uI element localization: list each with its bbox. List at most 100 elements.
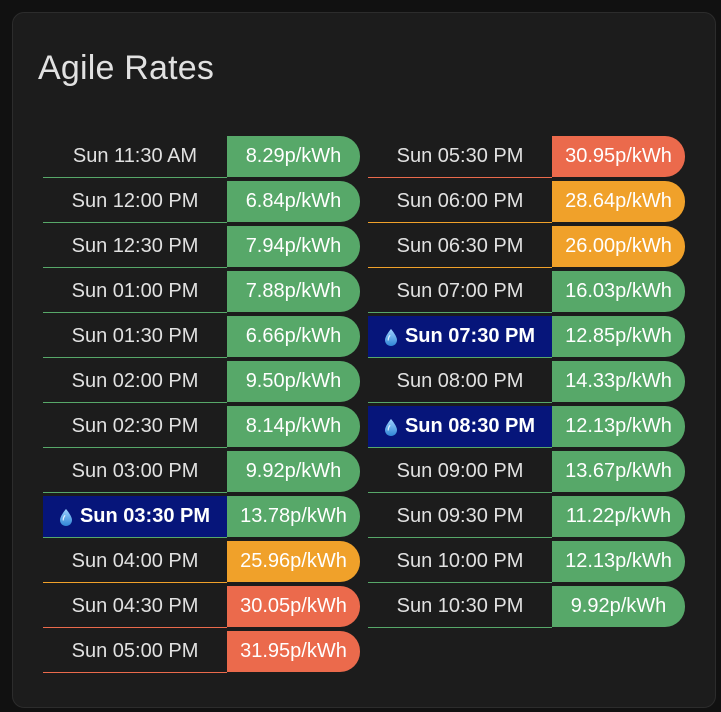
rate-row: Sun 01:30 PM 6.66p/kWh (43, 316, 360, 361)
rate-row: Sun 04:00 PM 25.96p/kWh (43, 541, 360, 586)
card-title: Agile Rates (38, 49, 215, 87)
time-cell: Sun 09:00 PM (368, 451, 552, 492)
time-label: Sun 06:00 PM (396, 190, 524, 212)
row-divider (43, 357, 227, 358)
time-cell: Sun 09:30 PM (368, 496, 552, 537)
price-badge: 8.14p/kWh (227, 406, 360, 447)
time-label: Sun 05:30 PM (396, 145, 524, 167)
time-label: Sun 09:30 PM (396, 505, 524, 527)
row-divider (43, 537, 227, 538)
time-label: Sun 05:00 PM (71, 640, 199, 662)
time-label: Sun 09:00 PM (396, 460, 524, 482)
time-label: Sun 11:30 AM (72, 145, 198, 167)
row-divider (43, 402, 227, 403)
rate-row: Sun 12:30 PM 7.94p/kWh (43, 226, 360, 271)
price-badge: 12.85p/kWh (552, 316, 685, 357)
price-badge: 6.66p/kWh (227, 316, 360, 357)
row-divider (43, 222, 227, 223)
agile-rates-card: Agile Rates Sun 11:30 AM 8.29p/kWh Sun 12:… (12, 12, 716, 708)
time-label: Sun 01:00 PM (71, 280, 199, 302)
time-cell: Sun 03:00 PM (43, 451, 227, 492)
time-cell: Sun 08:00 PM (368, 361, 552, 402)
rates-column-left: Sun 11:30 AM 8.29p/kWh Sun 12:00 PM 6.84p/k… (43, 136, 360, 676)
time-cell: Sun 10:30 PM (368, 586, 552, 627)
row-divider (368, 402, 552, 403)
time-cell: Sun 01:30 PM (43, 316, 227, 357)
water-drop-icon (384, 418, 397, 436)
row-divider (43, 267, 227, 268)
time-cell: Sun 06:00 PM (368, 181, 552, 222)
time-cell: Sun 07:00 PM (368, 271, 552, 312)
time-cell: Sun 02:00 PM (43, 361, 227, 402)
rate-row: Sun 03:00 PM 9.92p/kWh (43, 451, 360, 496)
price-badge: 25.96p/kWh (227, 541, 360, 582)
time-label: Sun 03:00 PM (71, 460, 199, 482)
rate-row: Sun 09:00 PM 13.67p/kWh (368, 451, 685, 496)
time-label: Sun 03:30 PM (79, 505, 211, 527)
rate-row: Sun 11:30 AM 8.29p/kWh (43, 136, 360, 181)
row-divider (368, 312, 552, 313)
price-badge: 9.50p/kWh (227, 361, 360, 402)
price-badge: 14.33p/kWh (552, 361, 685, 402)
water-drop-icon (59, 508, 72, 526)
row-divider (43, 672, 227, 673)
rate-row: Sun 01:00 PM 7.88p/kWh (43, 271, 360, 316)
row-divider (368, 447, 552, 448)
row-divider (43, 312, 227, 313)
price-badge: 9.92p/kWh (227, 451, 360, 492)
time-label: Sun 08:30 PM (404, 415, 536, 437)
price-badge: 26.00p/kWh (552, 226, 685, 267)
price-badge: 8.29p/kWh (227, 136, 360, 177)
rate-row: Sun 10:00 PM 12.13p/kWh (368, 541, 685, 586)
row-divider (43, 627, 227, 628)
water-drop-icon (384, 328, 397, 346)
rate-row: Sun 06:30 PM 26.00p/kWh (368, 226, 685, 271)
rate-row: Sun 08:30 PM 12.13p/kWh (368, 406, 685, 451)
price-badge: 28.64p/kWh (552, 181, 685, 222)
time-cell: Sun 12:30 PM (43, 226, 227, 267)
time-label: Sun 08:00 PM (396, 370, 524, 392)
time-cell: Sun 04:30 PM (43, 586, 227, 627)
row-divider (368, 492, 552, 493)
rate-row: Sun 09:30 PM 11.22p/kWh (368, 496, 685, 541)
rate-row: Sun 08:00 PM 14.33p/kWh (368, 361, 685, 406)
time-cell: Sun 10:00 PM (368, 541, 552, 582)
time-label: Sun 10:30 PM (396, 595, 524, 617)
time-label: Sun 04:30 PM (71, 595, 199, 617)
rate-row: Sun 10:30 PM 9.92p/kWh (368, 586, 685, 631)
rate-row: Sun 02:30 PM 8.14p/kWh (43, 406, 360, 451)
price-badge: 30.95p/kWh (552, 136, 685, 177)
row-divider (368, 177, 552, 178)
time-label: Sun 02:30 PM (71, 415, 199, 437)
time-label: Sun 12:00 PM (71, 190, 199, 212)
price-badge: 30.05p/kWh (227, 586, 360, 627)
rate-row: Sun 04:30 PM 30.05p/kWh (43, 586, 360, 631)
time-label: Sun 10:00 PM (396, 550, 524, 572)
time-cell: Sun 03:30 PM (43, 496, 227, 537)
row-divider (368, 627, 552, 628)
price-badge: 6.84p/kWh (227, 181, 360, 222)
rate-row: Sun 02:00 PM 9.50p/kWh (43, 361, 360, 406)
rate-row: Sun 07:30 PM 12.85p/kWh (368, 316, 685, 361)
price-badge: 12.13p/kWh (552, 406, 685, 447)
price-badge: 7.94p/kWh (227, 226, 360, 267)
row-divider (368, 582, 552, 583)
time-cell: Sun 05:00 PM (43, 631, 227, 672)
price-badge: 11.22p/kWh (552, 496, 685, 537)
price-badge: 7.88p/kWh (227, 271, 360, 312)
time-label: Sun 02:00 PM (71, 370, 199, 392)
time-cell: Sun 08:30 PM (368, 406, 552, 447)
time-cell: Sun 01:00 PM (43, 271, 227, 312)
row-divider (368, 357, 552, 358)
rate-row: Sun 05:00 PM 31.95p/kWh (43, 631, 360, 676)
time-cell: Sun 04:00 PM (43, 541, 227, 582)
time-cell: Sun 12:00 PM (43, 181, 227, 222)
rate-row: Sun 05:30 PM 30.95p/kWh (368, 136, 685, 181)
time-label: Sun 04:00 PM (71, 550, 199, 572)
row-divider (368, 222, 552, 223)
rate-row: Sun 03:30 PM 13.78p/kWh (43, 496, 360, 541)
row-divider (368, 537, 552, 538)
rate-row: Sun 07:00 PM 16.03p/kWh (368, 271, 685, 316)
row-divider (43, 177, 227, 178)
row-divider (43, 582, 227, 583)
